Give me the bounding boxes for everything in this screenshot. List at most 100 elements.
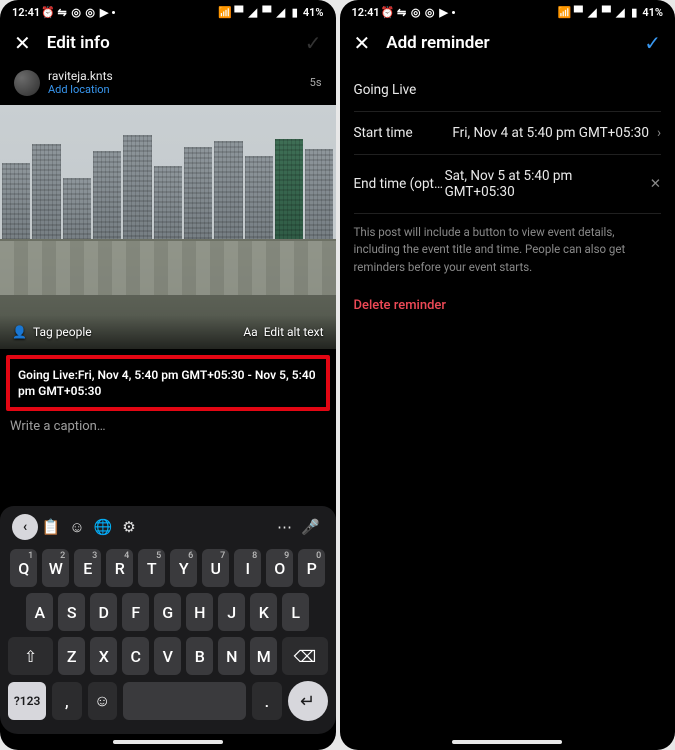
keyboard-collapse-icon[interactable]: ‹ — [12, 514, 38, 540]
person-icon: 👤 — [12, 325, 27, 339]
instagram-icon: ◎ — [424, 7, 436, 19]
key-c[interactable]: C — [122, 637, 149, 675]
event-reminder-banner[interactable]: Going Live:Fri, Nov 4, 5:40 pm GMT+05:30… — [6, 355, 330, 411]
add-location-link[interactable]: Add location — [48, 83, 113, 96]
close-icon[interactable]: ✕ — [354, 31, 371, 55]
text-icon: Aa — [243, 325, 257, 339]
battery-percent: 41% — [303, 6, 324, 19]
status-time: 12:41 — [352, 6, 380, 19]
youtube-icon: ▶ — [98, 7, 110, 19]
more-icon[interactable]: ⋯ — [272, 514, 298, 540]
nav-bar[interactable] — [0, 734, 336, 750]
key-r[interactable]: 4R — [106, 549, 133, 587]
end-time-row[interactable]: End time (opti… Sat, Nov 5 at 5:40 pm GM… — [354, 155, 662, 214]
enter-key[interactable]: ↵ — [288, 681, 328, 721]
symbols-key[interactable]: ?123 — [8, 682, 46, 720]
key-a[interactable]: A — [26, 593, 53, 631]
wifi-icon: 📶 — [219, 7, 231, 19]
key-h[interactable]: H — [186, 593, 213, 631]
key-o[interactable]: 9O — [266, 549, 293, 587]
phone-add-reminder: 12:41 ⏰ ⇋ ◎ ◎ ▶ 📶 ▝▘ ◢ ▝▘ ◢ ▮ 41% ✕ Add … — [340, 0, 675, 750]
key-v[interactable]: V — [154, 637, 181, 675]
key-m[interactable]: M — [250, 637, 277, 675]
translate-icon[interactable]: 🌐 — [90, 514, 116, 540]
key-y[interactable]: 6Y — [170, 549, 197, 587]
key-n[interactable]: N — [218, 637, 245, 675]
sticker-icon[interactable]: ☺ — [64, 514, 90, 540]
alarm-icon: ⏰ — [42, 7, 54, 19]
delete-reminder-button[interactable]: Delete reminder — [354, 294, 662, 313]
space-key[interactable] — [123, 682, 246, 720]
start-time-row[interactable]: Start time Fri, Nov 4 at 5:40 pm GMT+05:… — [354, 112, 662, 155]
close-icon[interactable]: ✕ — [14, 31, 31, 55]
alarm-icon: ⏰ — [382, 7, 394, 19]
key-w[interactable]: 2W — [42, 549, 69, 587]
key-d[interactable]: D — [90, 593, 117, 631]
confirm-check-icon[interactable]: ✓ — [305, 31, 322, 55]
volte-icon: ▝▘ — [600, 7, 612, 19]
instagram-icon: ◎ — [70, 7, 82, 19]
avatar[interactable] — [14, 70, 40, 96]
dot-icon — [112, 11, 115, 14]
caption-input[interactable]: Write a caption… — [0, 413, 336, 442]
status-bar: 12:41 ⏰ ⇋ ◎ ◎ ▶ 📶 ▝▘ ◢ ▝▘ ◢ ▮ 41% — [0, 0, 336, 21]
settings-icon[interactable]: ⚙ — [116, 514, 142, 540]
signal-icon: ◢ — [614, 7, 626, 19]
link-icon: ⇋ — [396, 7, 408, 19]
comma-key[interactable]: , — [52, 682, 81, 720]
key-b[interactable]: B — [186, 637, 213, 675]
battery-icon: ▮ — [289, 7, 301, 19]
link-icon: ⇋ — [56, 7, 68, 19]
end-time-value: Sat, Nov 5 at 5:40 pm GMT+05:30 — [445, 168, 642, 200]
clear-end-time-icon[interactable]: ✕ — [650, 176, 661, 192]
key-s[interactable]: S — [58, 593, 85, 631]
post-age: 5s — [310, 76, 322, 89]
key-l[interactable]: L — [282, 593, 309, 631]
post-image[interactable]: 👤Tag people AaEdit alt text — [0, 105, 336, 349]
user-line: raviteja.knts Add location 5s — [0, 65, 336, 105]
key-z[interactable]: Z — [58, 637, 85, 675]
emoji-key[interactable]: ☺ — [88, 682, 117, 720]
battery-percent: 41% — [642, 6, 663, 19]
battery-icon: ▮ — [628, 7, 640, 19]
instagram-icon: ◎ — [410, 7, 422, 19]
status-bar: 12:41 ⏰ ⇋ ◎ ◎ ▶ 📶 ▝▘ ◢ ▝▘ ◢ ▮ 41% — [340, 0, 675, 21]
dot-icon — [452, 11, 455, 14]
keyboard-row-1: 1Q 2W 3E 4R 5T 6Y 7U 8I 9O 0P — [4, 546, 332, 590]
keyboard-row-2: A S D F G H J K L — [4, 590, 332, 634]
key-t[interactable]: 5T — [138, 549, 165, 587]
event-title-value: Going Live — [354, 82, 417, 98]
youtube-icon: ▶ — [438, 7, 450, 19]
period-key[interactable]: . — [252, 682, 281, 720]
shift-key[interactable]: ⇧ — [8, 637, 53, 675]
key-x[interactable]: X — [90, 637, 117, 675]
key-q[interactable]: 1Q — [10, 549, 37, 587]
key-k[interactable]: K — [250, 593, 277, 631]
key-e[interactable]: 3E — [74, 549, 101, 587]
tag-people-button[interactable]: 👤Tag people — [12, 325, 92, 339]
key-u[interactable]: 7U — [202, 549, 229, 587]
key-i[interactable]: 8I — [234, 549, 261, 587]
instagram-icon: ◎ — [84, 7, 96, 19]
mic-icon[interactable]: 🎤 — [298, 514, 324, 540]
key-f[interactable]: F — [122, 593, 149, 631]
keyboard-row-4: ?123 , ☺ . ↵ — [4, 678, 332, 724]
chevron-right-icon: › — [657, 125, 661, 141]
username[interactable]: raviteja.knts — [48, 69, 113, 83]
event-title-row[interactable]: Going Live — [354, 69, 662, 112]
backspace-key[interactable]: ⌫ — [282, 637, 327, 675]
key-p[interactable]: 0P — [298, 549, 325, 587]
nav-bar[interactable] — [340, 734, 675, 750]
start-time-value: Fri, Nov 4 at 5:40 pm GMT+05:30 — [452, 125, 649, 141]
signal-icon: ◢ — [275, 7, 287, 19]
volte-icon: ▝▘ — [233, 7, 245, 19]
confirm-check-icon[interactable]: ✓ — [644, 31, 661, 55]
status-time: 12:41 — [12, 6, 40, 19]
edit-alt-text-button[interactable]: AaEdit alt text — [243, 325, 323, 339]
reminder-form: Going Live Start time Fri, Nov 4 at 5:40… — [340, 65, 675, 317]
signal-icon: ◢ — [586, 7, 598, 19]
clipboard-icon[interactable]: 📋 — [38, 514, 64, 540]
key-g[interactable]: G — [154, 593, 181, 631]
key-j[interactable]: J — [218, 593, 245, 631]
page-title: Add reminder — [386, 33, 628, 53]
